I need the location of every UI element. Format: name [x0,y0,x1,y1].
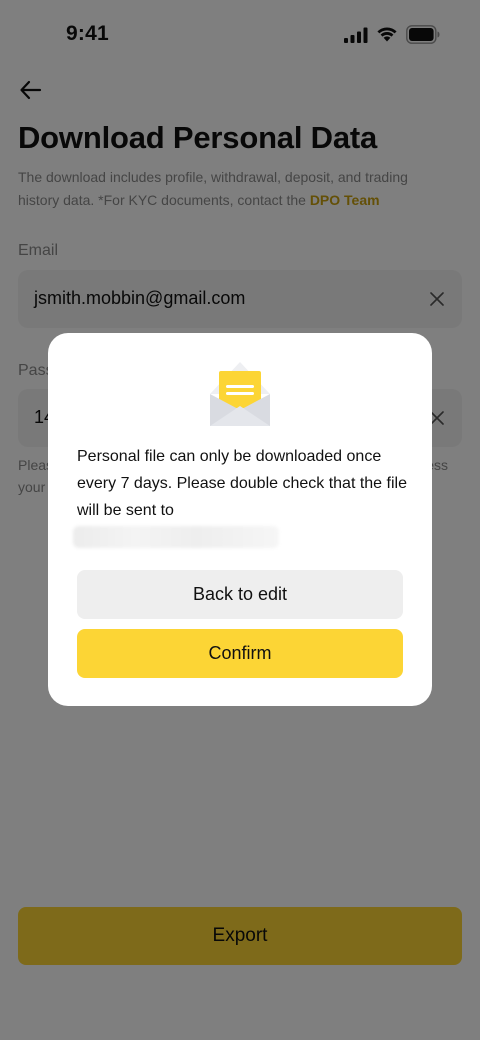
confirmation-dialog: Personal file can only be downloaded onc… [48,333,432,706]
back-to-edit-button[interactable]: Back to edit [77,570,403,619]
dialog-message: Personal file can only be downloaded onc… [77,448,407,519]
masked-email [73,526,279,548]
envelope-icon [210,362,270,426]
confirm-button[interactable]: Confirm [77,629,403,678]
